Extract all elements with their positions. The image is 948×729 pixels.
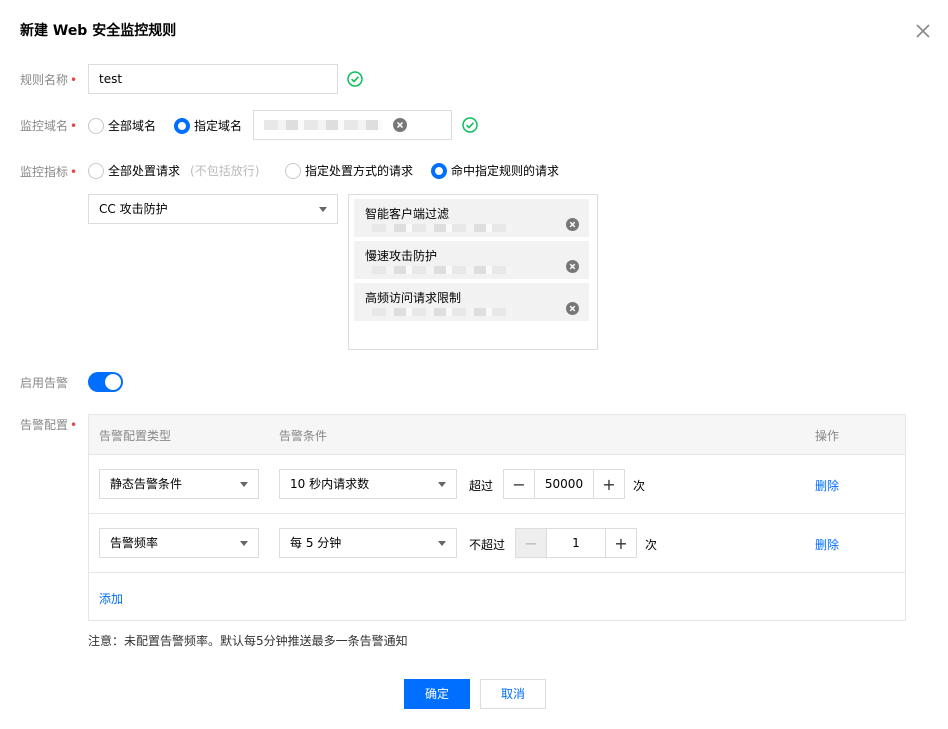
remove-icon[interactable] [566,260,579,273]
unit-text: 次 [633,479,646,493]
operator-text: 超过 [469,479,494,493]
rule-name-input[interactable]: test [88,64,338,94]
chevron-down-icon [240,540,248,546]
confirm-button[interactable]: 确定 [404,679,470,709]
add-link[interactable]: 添加 [99,590,123,607]
alert-type-select[interactable]: 告警频率 [99,528,259,558]
chevron-down-icon [240,481,248,487]
alert-enable-label: 启用告警 [20,376,69,390]
radio-circle-selected[interactable] [174,117,190,134]
radio-all-domains[interactable]: 全部域名 [88,117,156,134]
chevron-down-icon [438,540,446,546]
check-circle-icon [462,117,478,133]
header-type: 告警配置类型 [99,429,172,443]
radio-circle[interactable] [285,162,301,179]
masked-rule-id [372,224,512,232]
alert-toggle[interactable] [88,372,123,392]
domain-label: 监控域名 • [20,119,78,133]
condition-select[interactable]: 每 5 分钟 [279,528,457,558]
remove-icon[interactable] [393,118,407,132]
delete-link[interactable]: 删除 [815,477,839,494]
radio-circle-selected[interactable] [431,162,447,179]
remove-icon[interactable] [566,218,579,231]
radio-circle[interactable] [88,117,104,134]
masked-rule-id [372,308,512,316]
alert-config-label: 告警配置 • [20,418,78,432]
plus-button[interactable]: + [606,529,636,557]
alert-type-select[interactable]: 静态告警条件 [99,469,259,499]
radio-specific-domain[interactable]: 指定域名 [174,117,242,134]
operator-text: 不超过 [469,538,506,552]
cancel-button[interactable]: 取消 [480,679,546,709]
rule-type-select[interactable]: CC 攻击防护 [88,194,338,224]
chevron-down-icon [319,206,327,212]
radio-all-requests[interactable]: 全部处置请求 (不包括放行) [88,162,259,179]
rule-tag: 高频访问请求限制 [354,283,589,321]
header-action: 操作 [815,429,840,443]
domain-input[interactable] [253,110,452,140]
minus-button[interactable]: − [516,529,546,557]
row-divider [89,513,905,514]
condition-select[interactable]: 10 秒内请求数 [279,469,457,499]
value-stepper[interactable]: − 50000 + [503,469,625,499]
remove-icon[interactable] [566,302,579,315]
note-text: 注意：未配置告警频率。默认每5分钟推送最多一条告警通知 [88,634,408,648]
value-stepper[interactable]: − 1 + [515,528,637,558]
plus-button[interactable]: + [594,470,624,498]
value-input[interactable]: 50000 [534,470,594,498]
masked-domain-tag [264,120,382,130]
rule-tag: 慢速攻击防护 [354,241,589,279]
unit-text: 次 [645,538,658,552]
radio-method-requests[interactable]: 指定处置方式的请求 [285,162,413,179]
toggle-knob [105,374,121,390]
close-icon[interactable] [914,22,932,40]
check-circle-icon [347,71,363,87]
rule-name-label: 规则名称 • [20,73,78,87]
minus-button[interactable]: − [504,470,534,498]
alert-config-table: 告警配置类型 告警条件 操作 静态告警条件 10 秒内请求数 超过 − 5000… [88,414,906,621]
header-condition: 告警条件 [279,429,328,443]
dialog-title: 新建 Web 安全监控规则 [20,23,177,39]
rule-tag: 智能客户端过滤 [354,199,589,237]
radio-rule-requests[interactable]: 命中指定规则的请求 [431,162,559,179]
chevron-down-icon [438,481,446,487]
delete-link[interactable]: 删除 [815,536,839,553]
row-divider [89,572,905,573]
metric-label: 监控指标 • [20,165,78,179]
radio-circle[interactable] [88,162,104,179]
selected-rules-box: 智能客户端过滤 慢速攻击防护 高频访问请求限制 [348,194,598,350]
masked-rule-id [372,266,512,274]
value-input[interactable]: 1 [546,529,606,557]
table-header: 告警配置类型 告警条件 操作 [89,415,905,455]
